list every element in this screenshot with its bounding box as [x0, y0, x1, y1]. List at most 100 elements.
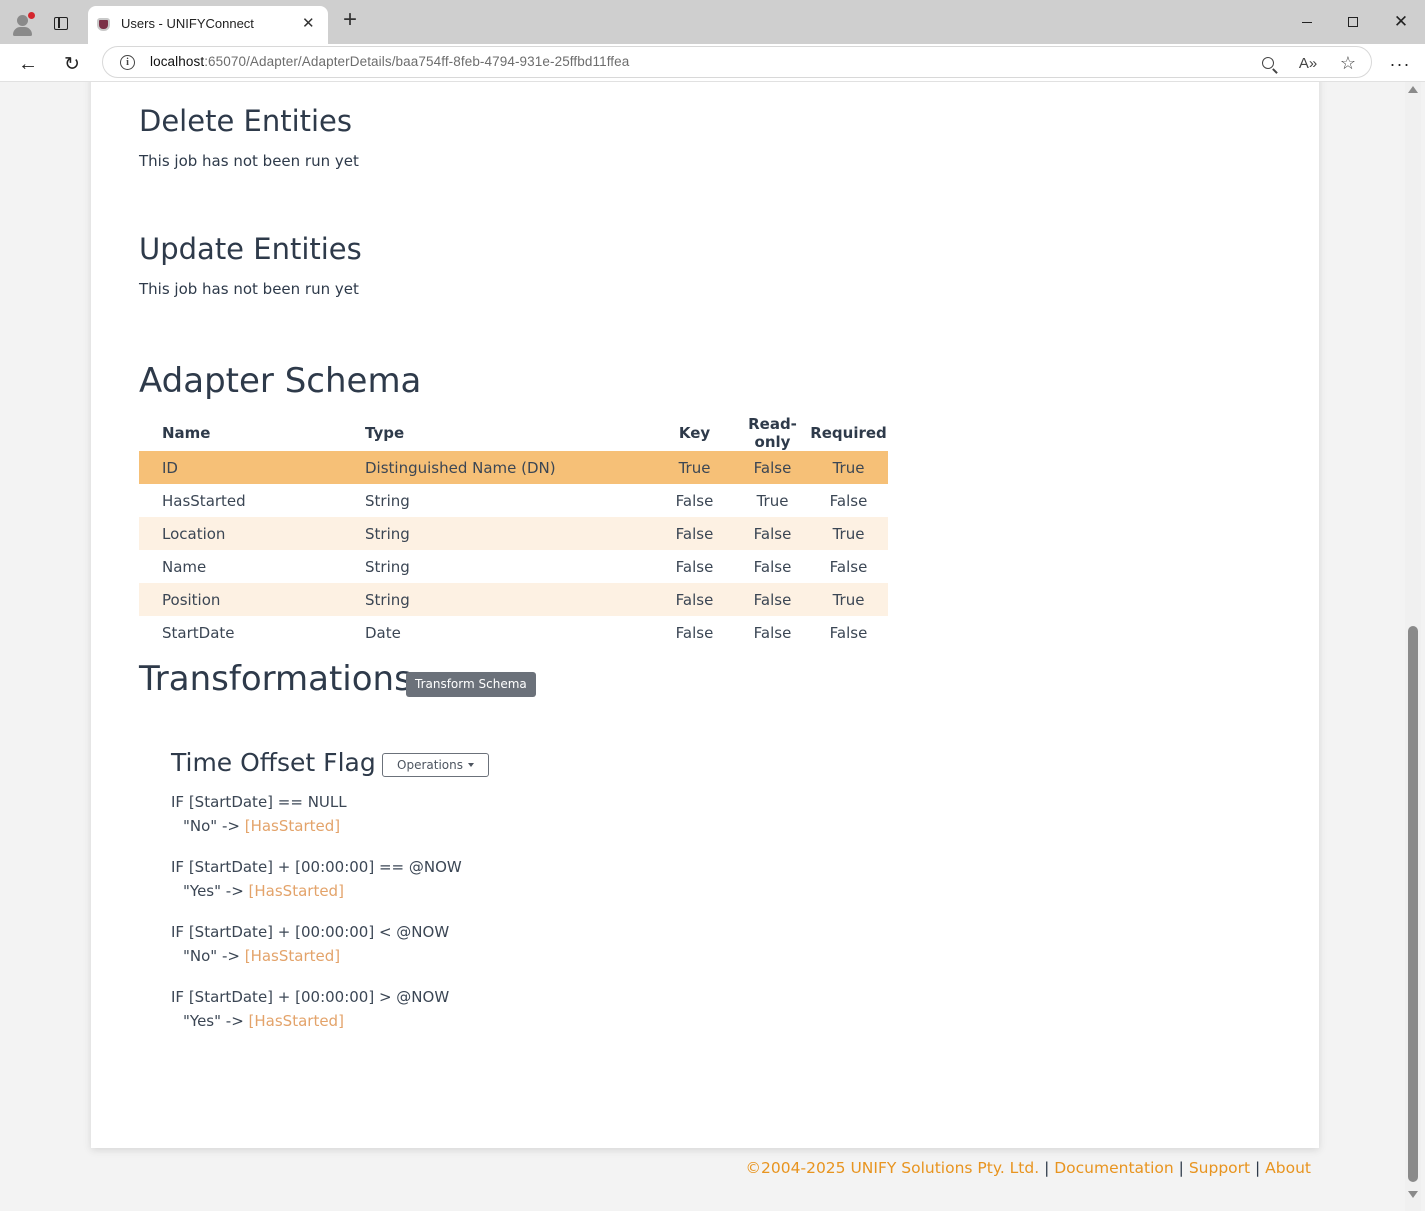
footer-support-link[interactable]: Support [1189, 1159, 1250, 1177]
unify-favicon-icon [97, 18, 110, 31]
rule-condition: IF [StartDate] + [00:00:00] > @NOW [171, 988, 450, 1006]
table-row[interactable]: StartDate Date False False False [139, 616, 888, 649]
cell-required: True [809, 451, 888, 484]
minimize-button[interactable] [1284, 8, 1330, 36]
caret-down-icon [467, 762, 474, 767]
address-toolbar: ← ↻ i localhost:65070/Adapter/AdapterDet… [0, 44, 1425, 82]
scroll-up-arrow-icon[interactable] [1408, 86, 1418, 93]
page-footer: ©2004-2025 UNIFY Solutions Pty. Ltd. | D… [745, 1159, 1311, 1177]
cell-readonly: False [736, 583, 809, 616]
vertical-scrollbar[interactable] [1405, 82, 1421, 1211]
cell-readonly: False [753, 623, 792, 642]
rule-condition: IF [StartDate] + [00:00:00] == @NOW [171, 858, 462, 876]
cell-readonly: False [736, 517, 809, 550]
delete-entities-status: This job has not been run yet [139, 152, 359, 170]
site-info-icon[interactable]: i [120, 55, 135, 70]
transformation-rule: IF [StartDate] + [00:00:00] == @NOW "Yes… [171, 855, 462, 903]
cell-type: String [365, 557, 410, 576]
rule-action: "No" -> [HasStarted] [183, 947, 341, 965]
scrollbar-thumb[interactable] [1408, 626, 1418, 1182]
rule-action: "No" -> [HasStarted] [183, 817, 341, 835]
new-tab-button[interactable]: + [338, 8, 362, 33]
tab-title: Users - UNIFYConnect [121, 16, 254, 31]
cell-name: HasStarted [162, 491, 246, 510]
table-row[interactable]: Location String False False True [139, 517, 888, 550]
cell-name: StartDate [162, 623, 235, 642]
table-row[interactable]: HasStarted String False True False [139, 484, 888, 517]
page-viewport: Delete Entities This job has not been ru… [0, 82, 1425, 1211]
close-window-button[interactable]: ✕ [1378, 8, 1424, 36]
address-bar[interactable]: i localhost:65070/Adapter/AdapterDetails… [102, 46, 1372, 78]
cell-name: Position [139, 583, 365, 616]
footer-about-link[interactable]: About [1265, 1159, 1311, 1177]
cell-required: False [829, 623, 868, 642]
column-header-readonly: Read-only [748, 415, 797, 451]
favorite-star-icon[interactable]: ☆ [1338, 53, 1358, 73]
maximize-button[interactable] [1330, 8, 1376, 36]
schema-table: Name Type Key Read-only Required ID Dist… [139, 415, 888, 649]
cell-key: False [675, 557, 714, 576]
rule-target-link[interactable]: [HasStarted] [245, 947, 340, 965]
cell-required: True [809, 583, 888, 616]
table-row[interactable]: ID Distinguished Name (DN) True False Tr… [139, 451, 888, 484]
rule-action: "Yes" -> [HasStarted] [183, 882, 344, 900]
zoom-icon[interactable] [1258, 53, 1278, 73]
cell-required: True [809, 517, 888, 550]
tab-close-icon[interactable]: ✕ [302, 14, 315, 32]
rule-action: "Yes" -> [HasStarted] [183, 1012, 344, 1030]
browser-tab-strip: Users - UNIFYConnect ✕ + ✕ [0, 0, 1425, 44]
cell-required: False [829, 491, 868, 510]
transformations-heading: Transformations [139, 659, 412, 699]
table-header-row: Name Type Key Read-only Required [139, 415, 888, 451]
cell-type: String [365, 583, 653, 616]
table-row[interactable]: Position String False False True [139, 583, 888, 616]
rule-condition: IF [StartDate] + [00:00:00] < @NOW [171, 923, 450, 941]
delete-entities-heading: Delete Entities [139, 104, 353, 138]
transformation-rule: IF [StartDate] + [00:00:00] > @NOW "Yes"… [171, 985, 449, 1033]
transformation-rule: IF [StartDate] == NULL "No" -> [HasStart… [171, 790, 347, 838]
cell-key: False [653, 517, 736, 550]
cell-key: False [675, 623, 714, 642]
scroll-down-arrow-icon[interactable] [1408, 1191, 1418, 1198]
more-options-icon[interactable]: ··· [1386, 50, 1414, 78]
footer-copyright-link[interactable]: ©2004-2025 UNIFY Solutions Pty. Ltd. [746, 1159, 1040, 1177]
column-header-type: Type [365, 424, 405, 442]
cell-name: Location [139, 517, 365, 550]
column-header-key: Key [678, 424, 711, 442]
transformation-rule: IF [StartDate] + [00:00:00] < @NOW "No" … [171, 920, 449, 968]
update-entities-status: This job has not been run yet [139, 280, 359, 298]
tab-actions-icon[interactable] [46, 8, 76, 38]
rule-target-link[interactable]: [HasStarted] [249, 882, 344, 900]
cell-type: String [365, 517, 653, 550]
transformation-title: Time Offset Flag [171, 748, 376, 777]
cell-key: True [653, 451, 736, 484]
cell-name: Name [162, 557, 207, 576]
rule-target-link[interactable]: [HasStarted] [249, 1012, 344, 1030]
cell-key: False [675, 491, 714, 510]
update-entities-heading: Update Entities [139, 232, 362, 266]
rule-target-link[interactable]: [HasStarted] [245, 817, 340, 835]
operations-dropdown-button[interactable]: Operations [382, 753, 489, 777]
reload-icon[interactable]: ↻ [58, 50, 86, 78]
browser-tab-active[interactable]: Users - UNIFYConnect ✕ [88, 6, 328, 44]
read-aloud-icon[interactable]: A» [1298, 53, 1318, 73]
back-arrow-icon[interactable]: ← [14, 50, 42, 78]
transform-schema-button[interactable]: Transform Schema [406, 672, 536, 697]
footer-documentation-link[interactable]: Documentation [1054, 1159, 1174, 1177]
table-row[interactable]: Name String False False False [139, 550, 888, 583]
cell-type: Date [365, 623, 401, 642]
operations-label: Operations [397, 758, 463, 772]
cell-readonly: False [736, 451, 809, 484]
column-header-required: Required [810, 424, 887, 442]
adapter-schema-heading: Adapter Schema [139, 361, 422, 401]
cell-type: String [365, 491, 410, 510]
url-text[interactable]: localhost:65070/Adapter/AdapterDetails/b… [150, 54, 629, 69]
cell-name: ID [139, 451, 365, 484]
cell-readonly: False [753, 557, 792, 576]
column-header-name: Name [162, 424, 211, 442]
cell-required: False [829, 557, 868, 576]
profile-avatar-icon[interactable] [8, 8, 38, 38]
rule-condition: IF [StartDate] == NULL [171, 793, 347, 811]
cell-readonly: True [756, 491, 789, 510]
cell-type: Distinguished Name (DN) [365, 451, 653, 484]
